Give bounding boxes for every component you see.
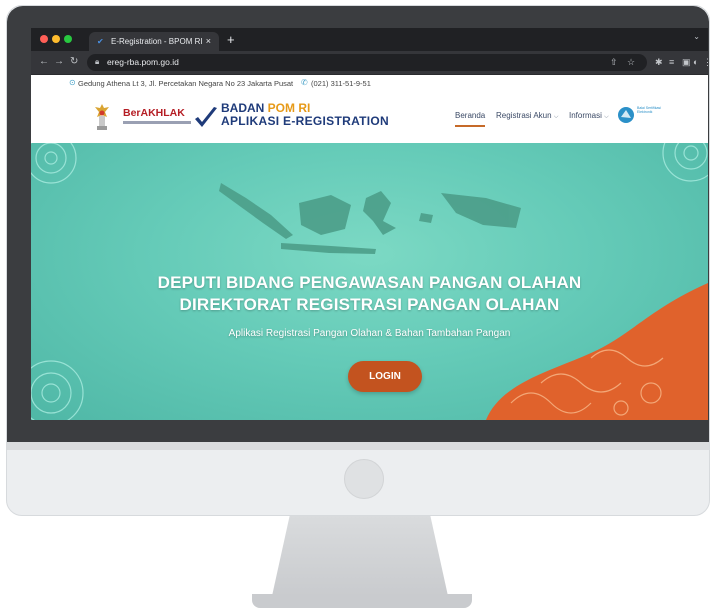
nav-informasi[interactable]: Informasi ⌵ <box>569 111 609 121</box>
hero-banner: DEPUTI BIDANG PENGAWASAN PANGAN OLAHAN D… <box>31 143 708 420</box>
address-bar[interactable]: 🔒︎ ereg-rba.pom.go.id ⇧ ☆ <box>87 54 647 71</box>
phone-icon: ✆ <box>301 78 308 87</box>
bse-text: Balai Sertifikasi Elektronik <box>637 106 661 114</box>
back-arrow-icon[interactable]: ← <box>39 56 49 68</box>
phone-text: (021) 311-51-9-51 <box>311 79 371 88</box>
extensions-puzzle-icon[interactable]: ✱ <box>655 57 663 68</box>
close-tab-icon[interactable]: × <box>206 32 211 51</box>
location-pin-icon: ⊙ <box>69 78 76 87</box>
browser-tab[interactable]: ✔ E-Registration - BPOM RI × <box>89 32 219 51</box>
monitor-stand-foot <box>252 594 472 608</box>
berakhlak-logo: BerAKHLAK <box>123 107 185 119</box>
profile-avatar-icon[interactable]: ◐ <box>693 57 698 68</box>
brand-line-2: APLIKASI E-REGISTRATION <box>221 114 390 128</box>
hero-title-line-2: DIREKTORAT REGISTRASI PANGAN OLAHAN <box>179 295 560 314</box>
maximize-window-button[interactable] <box>64 35 72 43</box>
contact-infobar: ⊙ Gedung Athena Lt 3, Jl. Percetakan Neg… <box>31 75 708 93</box>
hero-title-line-1: DEPUTI BIDANG PENGAWASAN PANGAN OLAHAN <box>157 273 582 292</box>
brand-line-1: BADAN POM RI <box>221 101 311 115</box>
login-button[interactable]: LOGIN <box>348 361 422 392</box>
bpom-check-logo-icon <box>195 107 217 127</box>
bpom-favicon-icon: ✔ <box>97 37 104 46</box>
sidebar-icon[interactable]: ▣ <box>682 57 691 68</box>
bookmark-star-icon[interactable]: ☆ <box>627 57 635 68</box>
browser-toolbar: ← → ↻ 🔒︎ ereg-rba.pom.go.id ⇧ ☆ ✱ ≡ ▣ ◐ … <box>31 51 708 75</box>
nav-registrasi-akun[interactable]: Registrasi Akun ⌵ <box>496 111 558 121</box>
monitor-chin <box>7 442 709 450</box>
garuda-emblem-icon <box>95 104 109 130</box>
forward-arrow-icon[interactable]: → <box>54 56 64 68</box>
close-window-button[interactable] <box>40 35 48 43</box>
new-tab-button[interactable]: + <box>227 31 235 48</box>
tab-title: E-Registration - BPOM RI <box>111 37 203 46</box>
share-icon[interactable]: ⇧ <box>610 57 618 68</box>
address-text: Gedung Athena Lt 3, Jl. Percetakan Negar… <box>78 79 294 88</box>
site-header: BerAKHLAK BADAN POM RI APLIKASI E-REGIST… <box>31 92 708 143</box>
screen: ✔ E-Registration - BPOM RI × + ⌄ ← → ↻ 🔒… <box>31 28 708 420</box>
monitor-logo-dot <box>344 459 384 499</box>
nav-beranda[interactable]: Beranda <box>455 111 486 127</box>
hero-subtitle: Aplikasi Registrasi Pangan Olahan & Baha… <box>228 328 511 339</box>
browser-tabbar: ✔ E-Registration - BPOM RI × + ⌄ <box>31 28 708 51</box>
monitor-stand-neck <box>272 516 448 596</box>
url-text: ereg-rba.pom.go.id <box>107 57 179 67</box>
tab-search-icon[interactable]: ⌄ <box>693 32 700 41</box>
more-menu-icon[interactable]: ⋮ <box>703 57 708 68</box>
reload-icon[interactable]: ↻ <box>70 56 78 68</box>
chevron-down-icon: ⌵ <box>553 114 559 120</box>
berakhlak-tagline <box>123 121 191 124</box>
reading-list-icon[interactable]: ≡ <box>669 57 674 68</box>
chevron-down-icon: ⌵ <box>604 114 609 120</box>
minimize-window-button[interactable] <box>52 35 60 43</box>
lock-icon[interactable]: 🔒︎ <box>95 57 99 67</box>
